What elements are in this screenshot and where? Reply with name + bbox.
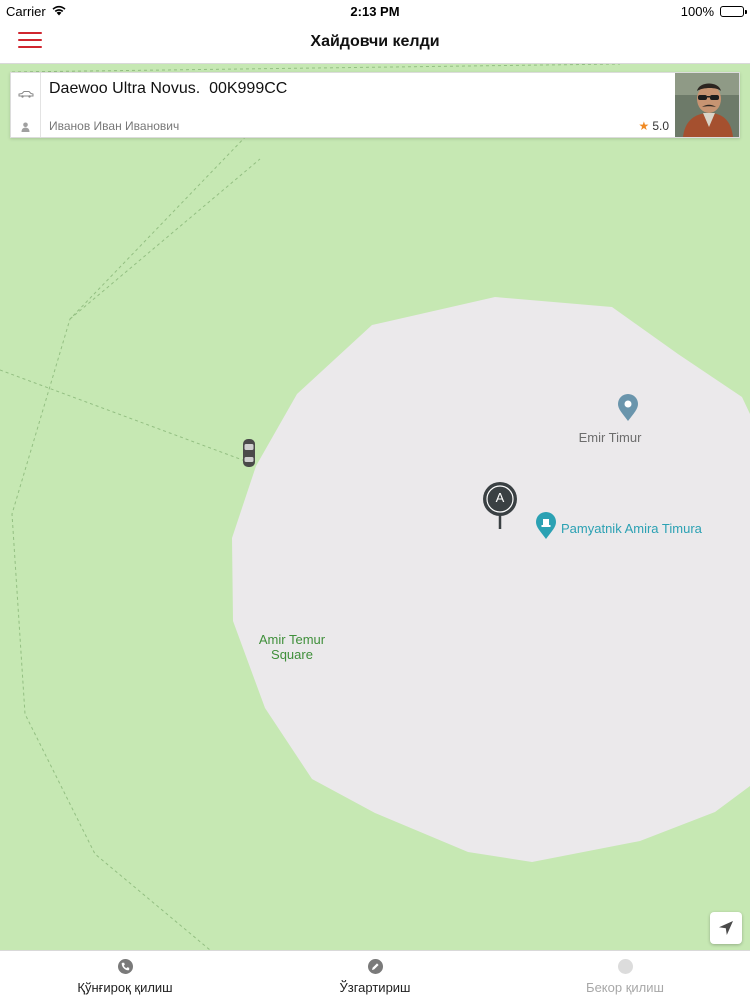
battery-percent: 100%: [680, 4, 714, 19]
battery-icon: [720, 6, 747, 17]
cancel-button-label: Бекор қилиш: [586, 980, 664, 995]
car-icon: [18, 85, 34, 103]
plaza-area: [232, 297, 750, 862]
nav-bar: Хайдовчи келди: [0, 22, 750, 64]
status-bar: Carrier 2:13 PM 100%: [0, 0, 750, 22]
car-model: Daewoo Ultra Novus.: [49, 80, 201, 97]
cancel-button[interactable]: Бекор қилиш: [500, 951, 750, 1000]
edit-icon: [367, 959, 383, 974]
edit-button[interactable]: Ўзгартириш: [250, 951, 500, 1000]
square-label[interactable]: Amir Temur Square: [242, 632, 342, 662]
map-view[interactable]: A Emir Timur Pamyatnik Amira Timura Amir…: [0, 64, 750, 950]
locate-me-button[interactable]: [710, 912, 742, 944]
car-title: Daewoo Ultra Novus. 00K999CC: [49, 80, 287, 98]
person-icon: [21, 119, 30, 137]
pamyatnik-label[interactable]: Pamyatnik Amira Timura: [561, 521, 731, 536]
card-icons: [11, 73, 41, 137]
emir-timur-label[interactable]: Emir Timur: [560, 430, 660, 445]
driver-name: Иванов Иван Иванович: [49, 119, 180, 133]
driver-photo: [675, 73, 739, 137]
star-icon: ★: [638, 119, 650, 133]
square-label-line1: Amir Temur: [258, 632, 326, 647]
location-arrow-icon: [719, 921, 733, 935]
driver-rating: ★ 5.0: [639, 119, 669, 133]
driver-card[interactable]: Daewoo Ultra Novus. 00K999CC Иванов Иван…: [10, 72, 740, 138]
car-plate: 00K999CC: [209, 80, 288, 97]
marker-a-label[interactable]: A: [490, 490, 510, 505]
phone-icon: [117, 959, 133, 974]
status-right: 100%: [680, 4, 747, 19]
page-title: Хайдовчи келди: [310, 33, 440, 50]
status-time: 2:13 PM: [350, 4, 400, 19]
cancel-icon: [617, 959, 633, 974]
map-canvas: [0, 64, 750, 950]
square-label-line2: Square: [271, 647, 313, 662]
edit-button-label: Ўзгартириш: [339, 980, 411, 995]
driver-car-marker: [243, 439, 255, 467]
call-button[interactable]: Қўнғироқ қилиш: [0, 951, 250, 1000]
rating-value: 5.0: [652, 119, 669, 133]
bottom-action-bar: Қўнғироқ қилиш Ўзгартириш Бекор қилиш: [0, 950, 750, 1000]
call-button-label: Қўнғироқ қилиш: [77, 980, 173, 995]
